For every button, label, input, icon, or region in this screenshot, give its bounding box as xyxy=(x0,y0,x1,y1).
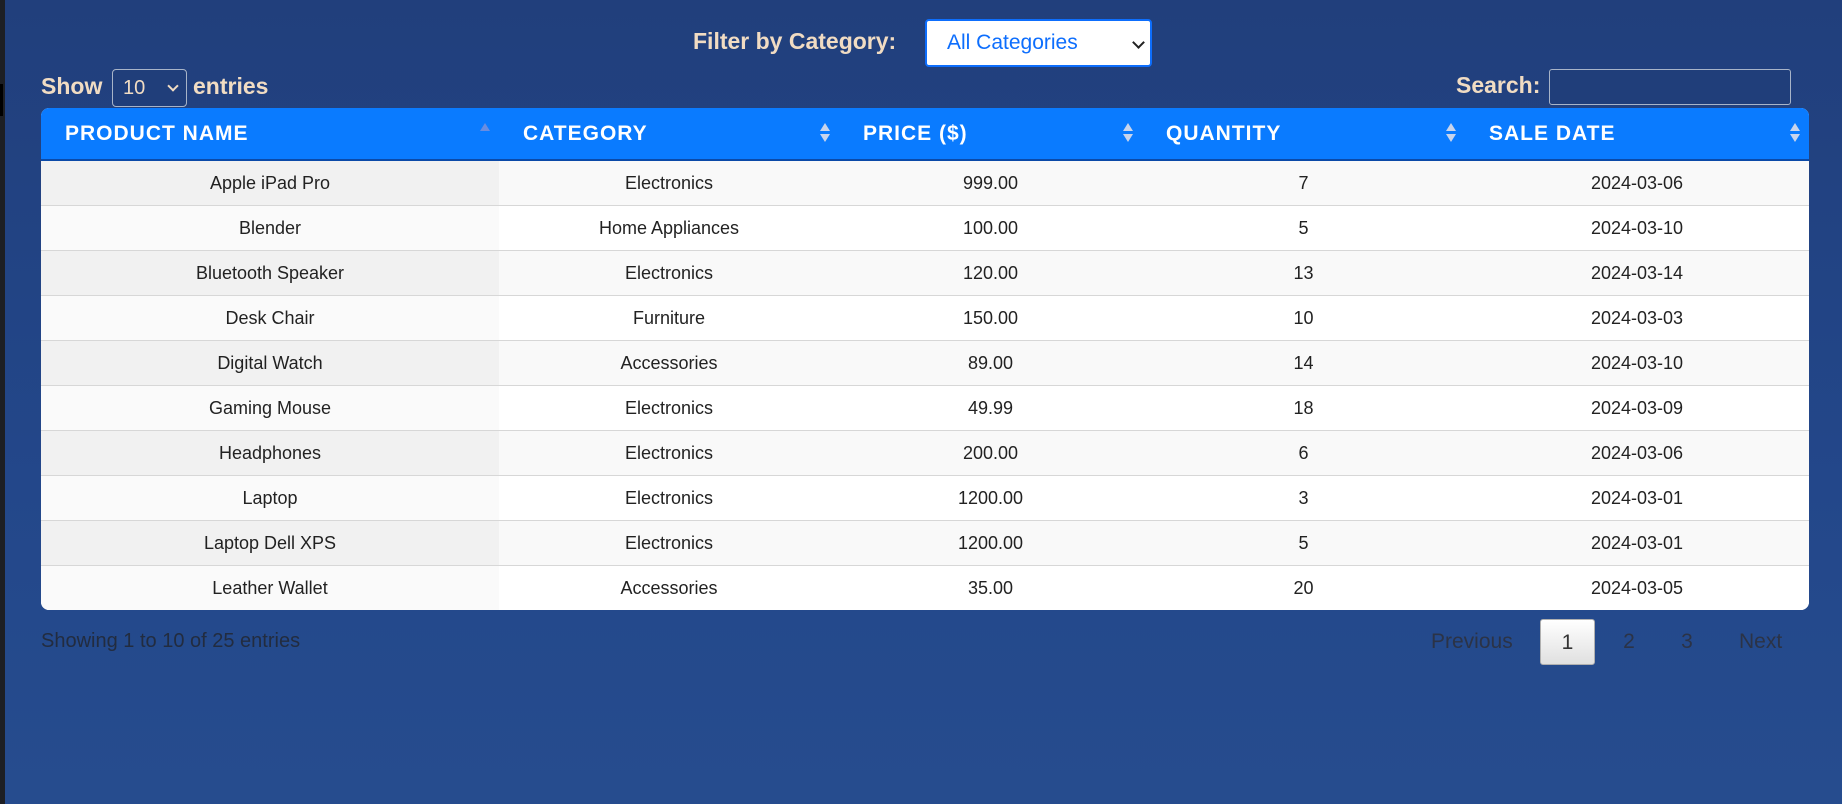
table-row: Bluetooth Speaker Electronics 120.00 13 … xyxy=(41,250,1809,296)
cell-product-name: Apple iPad Pro xyxy=(41,160,499,206)
cell-price: 150.00 xyxy=(839,295,1142,341)
table-row: Apple iPad Pro Electronics 999.00 7 2024… xyxy=(41,160,1809,206)
page-2-button[interactable]: 2 xyxy=(1619,619,1639,665)
cell-quantity: 20 xyxy=(1142,565,1465,610)
cell-category: Furniture xyxy=(499,295,839,341)
previous-page-button[interactable]: Previous xyxy=(1431,619,1513,665)
search-input[interactable] xyxy=(1549,69,1791,105)
column-header-label: SALE DATE xyxy=(1489,122,1616,145)
category-filter-value: All Categories xyxy=(947,31,1078,54)
cell-price: 35.00 xyxy=(839,565,1142,610)
sort-icon xyxy=(1123,123,1133,142)
table-row: Laptop Dell XPS Electronics 1200.00 5 20… xyxy=(41,520,1809,566)
cell-category: Accessories xyxy=(499,565,839,610)
cell-quantity: 3 xyxy=(1142,475,1465,521)
column-header-price[interactable]: PRICE ($) xyxy=(839,108,1142,161)
cell-price: 200.00 xyxy=(839,430,1142,476)
cell-category: Electronics xyxy=(499,520,839,566)
window-edge-mark xyxy=(0,84,3,116)
search-label: Search: xyxy=(1456,72,1541,98)
cell-category: Electronics xyxy=(499,475,839,521)
entries-length-select[interactable]: 10 xyxy=(112,69,187,107)
column-header-label: QUANTITY xyxy=(1166,122,1282,145)
cell-quantity: 18 xyxy=(1142,385,1465,431)
table-info: Showing 1 to 10 of 25 entries xyxy=(41,630,301,652)
cell-sale-date: 2024-03-03 xyxy=(1465,295,1809,341)
table-row: Digital Watch Accessories 89.00 14 2024-… xyxy=(41,340,1809,386)
cell-sale-date: 2024-03-01 xyxy=(1465,520,1809,566)
entries-label: entries xyxy=(193,73,269,99)
column-header-category[interactable]: CATEGORY xyxy=(499,108,839,161)
cell-product-name: Leather Wallet xyxy=(41,565,499,610)
window-edge xyxy=(0,0,5,804)
show-label: Show xyxy=(41,73,103,99)
column-header-product-name[interactable]: PRODUCT NAME xyxy=(41,108,499,161)
cell-sale-date: 2024-03-06 xyxy=(1465,430,1809,476)
sort-icon xyxy=(820,123,830,142)
cell-product-name: Desk Chair xyxy=(41,295,499,341)
next-page-button[interactable]: Next xyxy=(1739,619,1782,665)
cell-product-name: Digital Watch xyxy=(41,340,499,386)
cell-product-name: Headphones xyxy=(41,430,499,476)
sort-icon xyxy=(1790,123,1800,142)
cell-quantity: 5 xyxy=(1142,205,1465,251)
cell-product-name: Blender xyxy=(41,205,499,251)
column-header-label: PRICE ($) xyxy=(863,122,968,145)
cell-quantity: 6 xyxy=(1142,430,1465,476)
cell-quantity: 7 xyxy=(1142,160,1465,206)
column-header-label: CATEGORY xyxy=(523,122,648,145)
cell-price: 1200.00 xyxy=(839,520,1142,566)
cell-sale-date: 2024-03-06 xyxy=(1465,160,1809,206)
table-row: Desk Chair Furniture 150.00 10 2024-03-0… xyxy=(41,295,1809,341)
page-1-button[interactable]: 1 xyxy=(1540,619,1595,665)
sales-table: PRODUCT NAME CATEGORY PRICE ($) QUANTITY… xyxy=(41,108,1809,610)
cell-sale-date: 2024-03-01 xyxy=(1465,475,1809,521)
cell-product-name: Laptop xyxy=(41,475,499,521)
cell-category: Electronics xyxy=(499,385,839,431)
table-row: Gaming Mouse Electronics 49.99 18 2024-0… xyxy=(41,385,1809,431)
cell-quantity: 10 xyxy=(1142,295,1465,341)
page-3-button[interactable]: 3 xyxy=(1677,619,1697,665)
cell-sale-date: 2024-03-05 xyxy=(1465,565,1809,610)
cell-price: 49.99 xyxy=(839,385,1142,431)
column-header-label: PRODUCT NAME xyxy=(65,122,249,145)
filter-label: Filter by Category: xyxy=(693,28,897,54)
cell-sale-date: 2024-03-09 xyxy=(1465,385,1809,431)
cell-quantity: 13 xyxy=(1142,250,1465,296)
cell-quantity: 14 xyxy=(1142,340,1465,386)
entries-length-value: 10 xyxy=(123,77,146,99)
cell-category: Electronics xyxy=(499,160,839,206)
table-header-row: PRODUCT NAME CATEGORY PRICE ($) QUANTITY… xyxy=(41,108,1809,161)
cell-category: Home Appliances xyxy=(499,205,839,251)
table-row: Laptop Electronics 1200.00 3 2024-03-01 xyxy=(41,475,1809,521)
cell-price: 999.00 xyxy=(839,160,1142,206)
cell-price: 120.00 xyxy=(839,250,1142,296)
cell-category: Electronics xyxy=(499,430,839,476)
chevron-down-icon xyxy=(167,80,179,92)
cell-category: Electronics xyxy=(499,250,839,296)
cell-category: Accessories xyxy=(499,340,839,386)
sort-ascending-icon xyxy=(480,123,490,142)
cell-product-name: Bluetooth Speaker xyxy=(41,250,499,296)
table-row: Headphones Electronics 200.00 6 2024-03-… xyxy=(41,430,1809,476)
sales-table-container: PRODUCT NAME CATEGORY PRICE ($) QUANTITY… xyxy=(41,108,1809,610)
cell-price: 1200.00 xyxy=(839,475,1142,521)
cell-sale-date: 2024-03-10 xyxy=(1465,340,1809,386)
cell-product-name: Gaming Mouse xyxy=(41,385,499,431)
column-header-sale-date[interactable]: SALE DATE xyxy=(1465,108,1809,161)
table-row: Blender Home Appliances 100.00 5 2024-03… xyxy=(41,205,1809,251)
table-row: Leather Wallet Accessories 35.00 20 2024… xyxy=(41,565,1809,610)
cell-price: 89.00 xyxy=(839,340,1142,386)
cell-product-name: Laptop Dell XPS xyxy=(41,520,499,566)
cell-quantity: 5 xyxy=(1142,520,1465,566)
cell-sale-date: 2024-03-10 xyxy=(1465,205,1809,251)
chevron-down-icon xyxy=(1132,36,1145,49)
column-header-quantity[interactable]: QUANTITY xyxy=(1142,108,1465,161)
sort-icon xyxy=(1446,123,1456,142)
cell-sale-date: 2024-03-14 xyxy=(1465,250,1809,296)
category-filter-select[interactable]: All Categories xyxy=(925,19,1152,67)
cell-price: 100.00 xyxy=(839,205,1142,251)
